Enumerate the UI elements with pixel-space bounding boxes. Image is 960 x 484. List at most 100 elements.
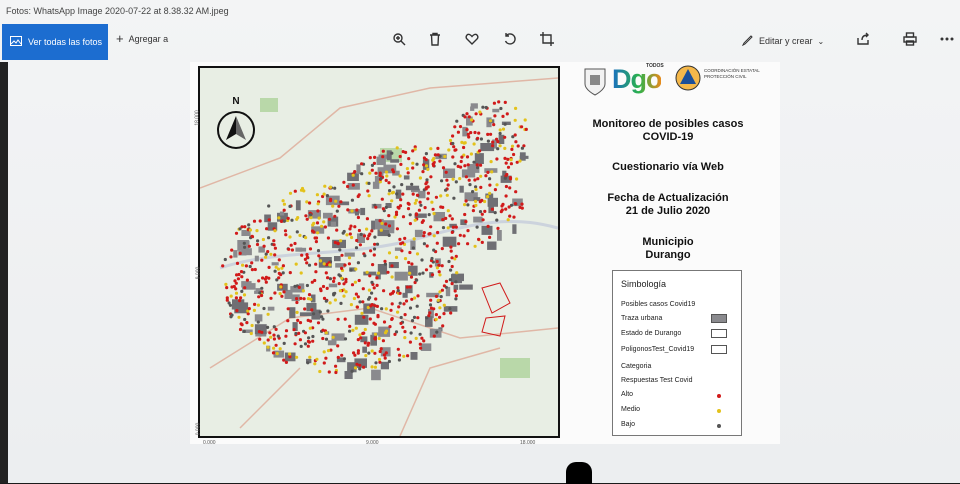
case-marker (272, 333, 276, 337)
case-marker (348, 324, 352, 328)
case-marker (387, 181, 391, 185)
case-marker (468, 183, 472, 187)
case-marker (473, 178, 477, 182)
case-marker (350, 369, 354, 373)
case-marker (424, 164, 429, 168)
delete-icon[interactable] (424, 28, 446, 50)
case-marker (444, 170, 448, 174)
case-marker (272, 325, 276, 329)
edit-create-button[interactable]: Editar y crear ⌄ (741, 34, 824, 48)
monitor-bezel (0, 62, 8, 483)
case-marker (448, 214, 452, 218)
case-marker (426, 191, 430, 195)
add-to-button[interactable]: + Agregar a (116, 32, 168, 45)
case-marker (342, 357, 346, 361)
case-marker (321, 336, 325, 341)
case-marker (382, 353, 386, 357)
case-marker (477, 131, 481, 135)
case-marker (483, 199, 487, 204)
case-marker (488, 119, 493, 123)
case-marker (510, 147, 514, 151)
case-marker (436, 153, 440, 157)
case-marker (308, 201, 312, 205)
case-marker (324, 356, 328, 360)
case-marker (266, 345, 270, 349)
case-marker (463, 203, 467, 207)
urban-block (380, 361, 389, 370)
crop-icon[interactable] (536, 28, 558, 50)
case-marker (408, 250, 412, 255)
case-marker (337, 204, 341, 208)
case-marker (434, 313, 438, 317)
see-all-photos-button[interactable]: Ver todas las fotos (2, 24, 108, 60)
x-tick-left: 0.000 (203, 440, 216, 446)
case-marker (250, 268, 254, 272)
case-marker (230, 248, 234, 252)
case-marker (474, 112, 478, 116)
case-marker (248, 228, 252, 232)
case-marker (309, 216, 313, 220)
case-marker (300, 253, 304, 257)
case-marker (437, 270, 441, 274)
case-marker (422, 163, 426, 167)
case-marker (381, 207, 385, 211)
case-marker (440, 264, 444, 268)
case-marker (509, 158, 513, 162)
case-marker (309, 213, 313, 217)
case-marker (257, 295, 261, 299)
case-marker (398, 237, 402, 241)
case-marker (462, 145, 466, 150)
more-icon[interactable] (936, 28, 958, 50)
case-marker (237, 315, 241, 319)
urban-block (279, 211, 285, 216)
case-marker (503, 146, 507, 150)
case-marker (301, 289, 305, 293)
case-marker (383, 262, 387, 266)
favorite-icon[interactable] (461, 28, 483, 50)
case-marker (434, 317, 438, 321)
case-marker (340, 353, 344, 357)
case-marker (410, 319, 415, 323)
case-marker (368, 156, 372, 160)
case-marker (264, 280, 268, 284)
case-marker (453, 162, 457, 166)
case-marker (460, 155, 464, 159)
case-marker (514, 190, 518, 194)
urban-block (254, 255, 259, 262)
zoom-icon[interactable] (388, 28, 410, 50)
case-marker (470, 118, 474, 122)
case-marker (331, 204, 335, 208)
case-marker (418, 342, 422, 346)
print-icon[interactable] (899, 28, 921, 50)
case-marker (401, 192, 405, 196)
case-marker (386, 270, 390, 274)
update-date: Fecha de Actualización 21 de Julio 2020 (570, 192, 766, 218)
case-marker (418, 332, 422, 336)
case-marker (248, 264, 252, 269)
share-icon[interactable] (852, 28, 874, 50)
case-marker (493, 188, 497, 192)
case-marker (305, 283, 309, 288)
case-marker (253, 267, 257, 272)
case-marker (397, 305, 401, 309)
case-marker (505, 112, 509, 116)
case-marker (304, 236, 308, 240)
rotate-icon[interactable] (499, 28, 521, 50)
case-marker (475, 225, 479, 229)
case-marker (239, 296, 243, 300)
case-marker (435, 330, 439, 334)
state-seal-logo (582, 66, 608, 101)
case-marker (316, 249, 321, 253)
case-marker (336, 317, 340, 321)
case-marker (333, 298, 337, 302)
case-marker (328, 263, 332, 267)
urban-block (386, 150, 392, 161)
case-marker (372, 253, 376, 257)
case-marker (360, 311, 364, 315)
urban-block (388, 262, 399, 269)
case-marker (318, 369, 322, 374)
case-marker (445, 178, 449, 182)
case-marker (513, 133, 517, 137)
y-tick-bottom: 0.000 (195, 422, 202, 436)
case-marker (293, 342, 297, 346)
